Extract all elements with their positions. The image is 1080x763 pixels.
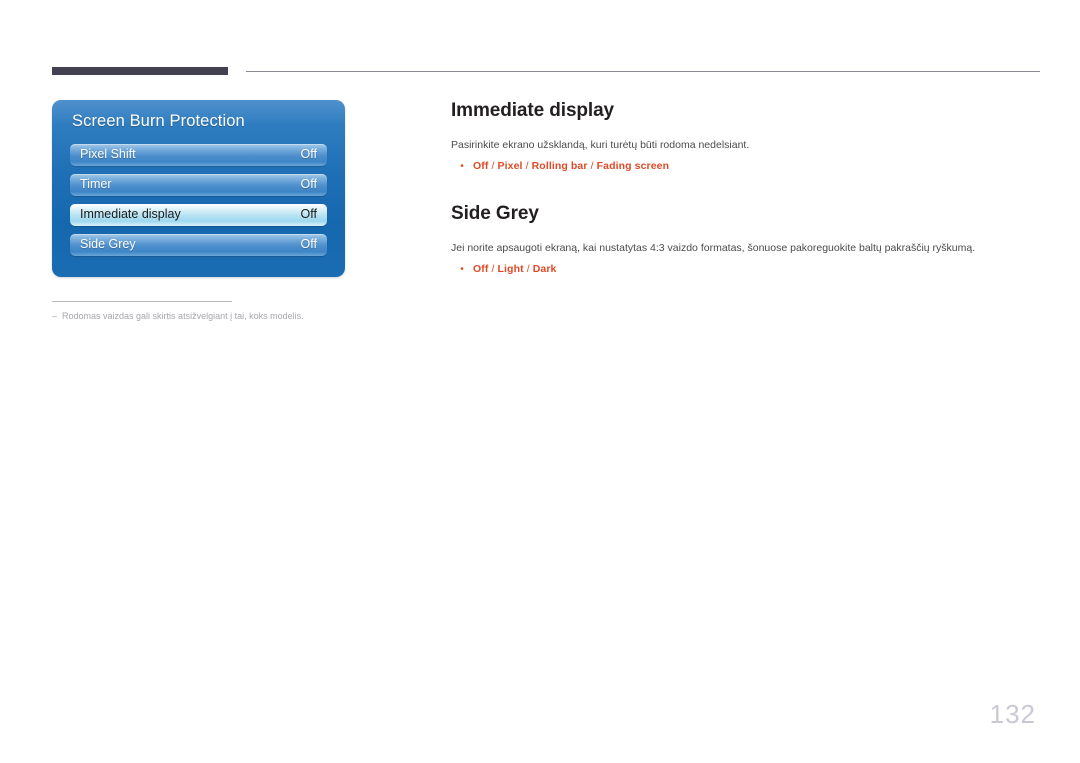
footnote-body: ‒ Rodomas vaizdas gali skirtis atsižvelg… (52, 310, 382, 322)
section-description: Jei norite apsaugoti ekraną, kai nustaty… (451, 242, 976, 254)
option-list: • Off / Pixel / Rolling bar / Fading scr… (451, 159, 1031, 174)
footnote-dash-icon: ‒ (52, 311, 58, 321)
footnote-divider (52, 301, 232, 302)
osd-item-label: Pixel Shift (80, 147, 136, 161)
bullet-icon: • (460, 264, 464, 275)
osd-menu-item-timer[interactable]: Timer Off (70, 174, 327, 196)
option-list-item: • Off / Light / Dark (451, 262, 1031, 277)
osd-item-label: Immediate display (80, 207, 181, 221)
osd-item-value: Off (300, 207, 317, 221)
osd-menu-panel: Screen Burn Protection Pixel Shift Off T… (52, 100, 345, 277)
header-tab-bar (52, 67, 228, 75)
header-divider-line (246, 71, 1040, 72)
section-side-grey: Side Grey Jei norite apsaugoti ekraną, k… (451, 202, 1031, 277)
section-heading: Side Grey (451, 203, 539, 224)
option-list-item: • Off / Pixel / Rolling bar / Fading scr… (451, 159, 1031, 174)
osd-item-value: Off (300, 237, 317, 251)
osd-menu-list: Pixel Shift Off Timer Off Immediate disp… (70, 144, 327, 256)
osd-item-label: Timer (80, 177, 112, 191)
section-immediate-display: Immediate display Pasirinkite ekrano užs… (451, 99, 1031, 174)
osd-item-value: Off (300, 147, 317, 161)
osd-panel-title: Screen Burn Protection (72, 112, 245, 130)
option-list: • Off / Light / Dark (451, 262, 1031, 277)
page-header-rule (52, 67, 1040, 75)
option-values: Off / Light / Dark (473, 263, 557, 275)
footnote-text: Rodomas vaizdas gali skirtis atsižvelgia… (62, 311, 304, 321)
page-number: 132 (989, 699, 1036, 729)
osd-item-value: Off (300, 177, 317, 191)
section-heading: Immediate display (451, 100, 615, 121)
footnote: ‒ Rodomas vaizdas gali skirtis atsižvelg… (52, 301, 382, 322)
osd-menu-item-pixel-shift[interactable]: Pixel Shift Off (70, 144, 327, 166)
osd-menu-item-immediate-display[interactable]: Immediate display Off (70, 204, 327, 226)
section-description: Pasirinkite ekrano užsklandą, kuri turėt… (451, 139, 750, 151)
option-values: Off / Pixel / Rolling bar / Fading scree… (473, 160, 670, 172)
content-column: Immediate display Pasirinkite ekrano užs… (451, 99, 1031, 277)
osd-menu-item-side-grey[interactable]: Side Grey Off (70, 234, 327, 256)
osd-item-label: Side Grey (80, 237, 136, 251)
bullet-icon: • (460, 161, 464, 172)
